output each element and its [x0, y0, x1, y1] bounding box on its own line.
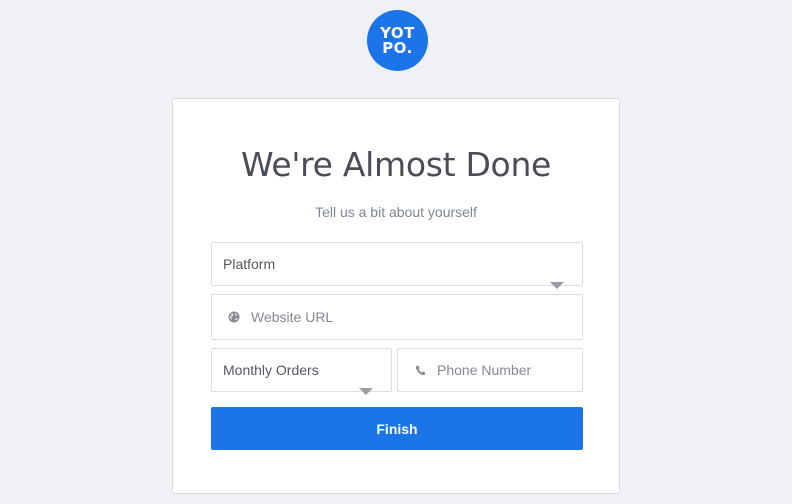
logo-line-2: PO.	[382, 38, 413, 57]
chevron-down-icon	[550, 282, 564, 289]
globe-icon	[227, 310, 241, 324]
monthly-orders-select-value: Monthly Orders	[223, 362, 319, 378]
website-url-input[interactable]: Website URL	[211, 294, 583, 340]
phone-icon	[413, 363, 427, 377]
finish-button[interactable]: Finish	[211, 407, 583, 450]
page-subtitle: Tell us a bit about yourself	[315, 204, 477, 220]
phone-number-placeholder: Phone Number	[437, 362, 532, 378]
platform-select[interactable]: Platform	[211, 242, 583, 289]
yotpo-logo: YOT PO.	[367, 10, 428, 71]
platform-select-value: Platform	[223, 256, 276, 272]
signup-card: We're Almost Done Tell us a bit about yo…	[172, 98, 620, 494]
page-title: We're Almost Done	[240, 145, 552, 184]
website-url-placeholder: Website URL	[251, 309, 334, 325]
chevron-down-icon	[359, 388, 373, 395]
phone-number-input[interactable]: Phone Number	[397, 348, 583, 392]
monthly-orders-select[interactable]: Monthly Orders	[211, 348, 392, 395]
